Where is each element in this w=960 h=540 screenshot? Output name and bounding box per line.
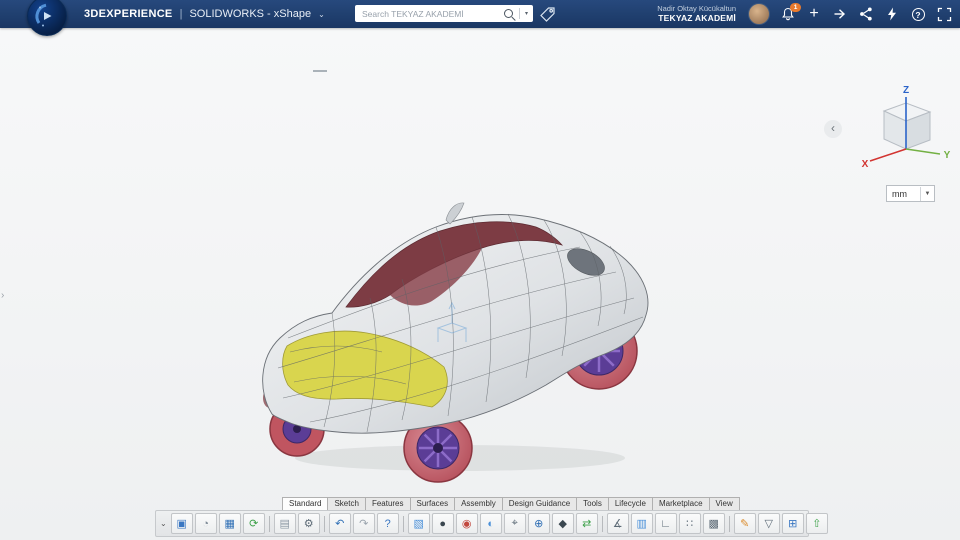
filter-icon[interactable]: ▽ — [757, 513, 780, 534]
axis-x-label: X — [862, 159, 869, 170]
share-network-button[interactable] — [858, 3, 874, 25]
lightning-icon — [888, 7, 896, 21]
share-link-button[interactable] — [832, 3, 848, 25]
undo-icon[interactable]: ↶ — [328, 513, 351, 534]
measure-icon[interactable]: ∡ — [606, 513, 629, 534]
refresh-icon[interactable]: ⟳ — [242, 513, 265, 534]
user-identity[interactable]: Nadir Oktay Kücükaltun TEKYAZ AKADEMİ — [657, 4, 736, 23]
car-model[interactable] — [250, 186, 660, 486]
fullscreen-button[interactable] — [936, 3, 952, 25]
sketch-pencil-icon[interactable]: ✎ — [733, 513, 756, 534]
move-manipulator-icon[interactable]: ⊕ — [527, 513, 550, 534]
material-sphere-icon[interactable]: ● — [431, 513, 454, 534]
left-panel-expand-chevron-icon[interactable]: › — [1, 290, 4, 301]
share-nodes-icon — [860, 7, 872, 21]
settings-gear-icon[interactable]: ⚙ — [297, 513, 320, 534]
notification-badge: 1 — [790, 3, 801, 12]
collapsed-toolbar-handle[interactable] — [313, 70, 327, 72]
notifications-button[interactable]: 1 — [780, 3, 801, 25]
units-value: mm — [892, 188, 907, 199]
bottom-toolbar-icons: ▣ ◔ ▦ ⟳ ▤ ⚙ ↶ ↷? ▧ ● ◉ ◐ ⌖ ⊕ ◆ ⇄ ∡ ▥ ∟ ∷ ▩ ✎ ▽ ⊞ ⇧ — [170, 513, 829, 534]
toolbar-separator — [268, 515, 270, 532]
toolbar-separator — [323, 515, 325, 532]
3d-viewport[interactable]: › ‹ Z X Y mm ▼ — [0, 28, 960, 540]
color-wheel-icon[interactable]: ◉ — [455, 513, 478, 534]
toolbar-separator — [402, 515, 404, 532]
appearance-sphere-icon[interactable]: ◐ — [479, 513, 502, 534]
axis-y-label: Y — [944, 150, 951, 161]
section-view-icon[interactable]: ▥ — [630, 513, 653, 534]
avatar[interactable] — [748, 3, 770, 25]
actions-button[interactable] — [884, 3, 900, 25]
bottom-toolbar: ⌄ ▣ ◔ ▦ ⟳ ▤ ⚙ ↶ ↷? ▧ ● ◉ ◐ ⌖ ⊕ ◆ ⇄ ∡ ▥ ∟ ∷ ▩ ✎ ▽ ⊞ ⇧ — [155, 510, 828, 537]
brand-row: 3DEXPERIENCE | SOLIDWORKS - xShape ⌄ — [84, 0, 325, 28]
app-name[interactable]: SOLIDWORKS - xShape — [189, 8, 311, 20]
clipboard-icon[interactable]: ▤ — [273, 513, 296, 534]
render-image-icon[interactable]: ▧ — [407, 513, 430, 534]
pattern-icon[interactable]: ∷ — [678, 513, 701, 534]
tab-surfaces[interactable]: Surfaces — [409, 497, 456, 511]
toolbar-separator — [728, 515, 730, 532]
axis-z-label: Z — [903, 85, 909, 96]
plus-icon: + — [809, 5, 819, 22]
search-dropdown-chevron-icon[interactable]: ▾ — [520, 10, 533, 17]
tab-view[interactable]: View — [708, 497, 740, 511]
fullscreen-icon — [937, 7, 951, 21]
arrow-right-icon — [834, 9, 846, 19]
tab-features[interactable]: Features — [364, 497, 411, 511]
units-chevron-icon: ▼ — [920, 186, 934, 201]
add-content-button[interactable]: + — [806, 3, 822, 25]
insert-design-icon[interactable]: ▣ — [170, 513, 193, 534]
compass-glyph — [35, 3, 52, 27]
tab-tools[interactable]: Tools — [576, 497, 609, 511]
transform-icon[interactable]: ◆ — [551, 513, 574, 534]
view-axes-triad[interactable]: Z X Y — [856, 81, 956, 181]
platform-brand: 3DEXPERIENCE — [84, 8, 173, 20]
top-bar-right-cluster: Nadir Oktay Kücükaltun TEKYAZ AKADEMİ 1 … — [657, 0, 952, 28]
grid-table-icon[interactable]: ⊞ — [781, 513, 804, 534]
physical-product-icon[interactable]: ◔ — [194, 513, 217, 534]
export-upload-icon[interactable]: ⇧ — [805, 513, 828, 534]
tab-marketplace[interactable]: Marketplace — [651, 497, 710, 511]
tab-design-guidance[interactable]: Design Guidance — [501, 497, 578, 511]
user-organization: TEKYAZ AKADEMİ — [658, 13, 736, 24]
global-search[interactable]: ▾ — [355, 5, 533, 22]
toolbar-separator — [601, 515, 603, 532]
redo-icon[interactable]: ↷ — [352, 513, 375, 534]
toolbar-overflow-chevron-icon[interactable]: ⌄ — [159, 519, 170, 528]
tag-icon[interactable] — [539, 6, 556, 28]
search-icon[interactable] — [503, 9, 513, 18]
tab-sketch[interactable]: Sketch — [327, 497, 366, 511]
compare-icon[interactable]: ⇄ — [575, 513, 598, 534]
search-input[interactable] — [355, 8, 502, 19]
tab-lifecycle[interactable]: Lifecycle — [607, 497, 653, 511]
snap-target-icon[interactable]: ⌖ — [503, 513, 526, 534]
wireframe-icon[interactable]: ▩ — [702, 513, 725, 534]
tab-standard[interactable]: Standard — [282, 497, 329, 511]
xshape-window: 3DEXPERIENCE | SOLIDWORKS - xShape ⌄ ▾ N… — [0, 0, 960, 540]
units-dropdown[interactable]: mm ▼ — [886, 185, 935, 202]
tab-assembly[interactable]: Assembly — [454, 497, 503, 511]
help-icon[interactable]: ? — [376, 513, 399, 534]
3ds-compass-logo[interactable] — [27, 0, 67, 36]
save-icon[interactable]: ▦ — [218, 513, 241, 534]
align-icon[interactable]: ∟ — [654, 513, 677, 534]
app-menu-chevron-icon[interactable]: ⌄ — [318, 10, 325, 19]
help-icon: ? — [911, 7, 925, 21]
collapse-panel-button[interactable]: ‹ — [824, 120, 842, 138]
help-button[interactable]: ? — [910, 3, 926, 25]
ribbon-tabs: Standard Sketch Features Surfaces Assembly De… — [282, 497, 740, 511]
brand-separator: | — [179, 8, 183, 20]
user-name: Nadir Oktay Kücükaltun — [657, 4, 736, 14]
